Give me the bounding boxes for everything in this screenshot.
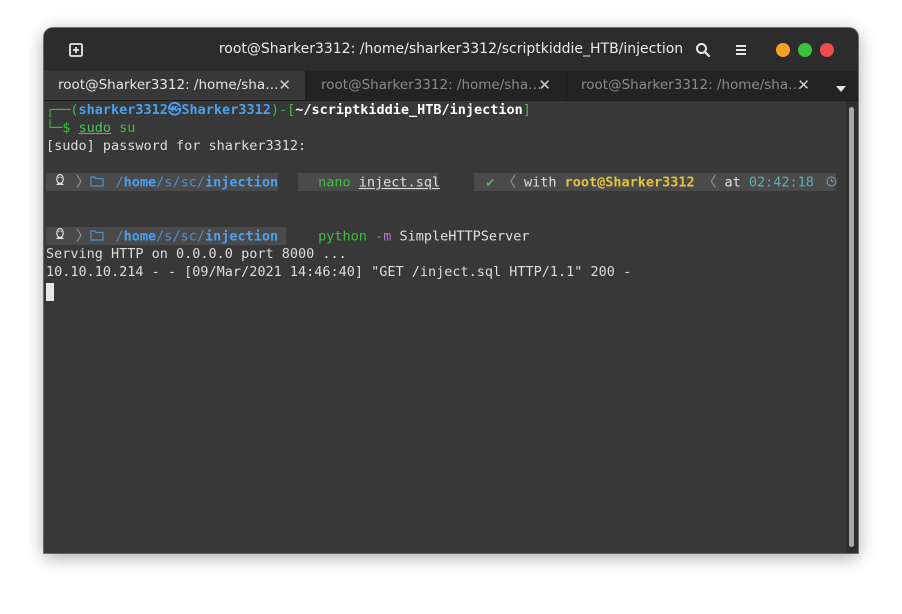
tab-2[interactable]: root@Sharker3312: /home/sha… ✕: [306, 71, 565, 100]
command-arg: SimpleHTTPServer: [399, 228, 530, 245]
scrollbar-thumb[interactable]: [849, 107, 854, 547]
powerline-line: 〉/home/s/sc/injection python -m SimpleHTT…: [46, 227, 530, 245]
text-cursor: [46, 283, 54, 301]
tab-label: root@Sharker3312: /home/sha…: [581, 77, 802, 93]
terminal-window: root@Sharker3312: /home/sharker3312/scri…: [44, 28, 858, 553]
tab-label: root@Sharker3312: /home/sha…: [58, 77, 279, 93]
hamburger-menu-icon[interactable]: [730, 39, 752, 61]
tab-bar: root@Sharker3312: /home/sha… ✕ root@Shar…: [44, 71, 858, 101]
command-name: nano: [318, 174, 351, 191]
label-at: at: [724, 174, 741, 191]
prompt-line-1: ┌──(sharker3312㉿Sharker3312)-[~/scriptki…: [46, 101, 531, 119]
minimize-button[interactable]: [776, 43, 790, 57]
tab-3[interactable]: root@Sharker3312: /home/sha… ✕: [566, 71, 824, 100]
close-button[interactable]: [820, 43, 834, 57]
path-separator: /: [172, 174, 181, 191]
command-arg: inject.sql: [358, 174, 441, 191]
path-separator: /: [196, 228, 205, 245]
path-segment: home: [123, 228, 157, 245]
folder-icon: [89, 228, 108, 246]
session-user: root@Sharker3312: [564, 174, 695, 191]
chevron-right-icon: 〉: [76, 228, 90, 245]
folder-icon: [89, 174, 108, 192]
path-segment: sc: [180, 228, 197, 245]
path-separator: /: [115, 228, 124, 245]
command-args: su: [111, 120, 136, 136]
powerline-line: 〉/home/s/sc/injection nano inject.sql ✔ 〈 …: [46, 173, 838, 191]
tux-icon: [54, 227, 68, 246]
path-separator: /: [172, 228, 181, 245]
timestamp: 02:42:18: [748, 174, 814, 191]
label-with: with: [523, 174, 557, 191]
server-output-line: Serving HTTP on 0.0.0.0 port 8000 ...: [46, 246, 347, 262]
request-log-line: 10.10.10.214 - - [09/Mar/2021 14:46:40] …: [46, 264, 632, 280]
clock-icon: [826, 174, 838, 192]
prompt-bracket: ┌──(: [46, 102, 79, 118]
search-icon[interactable]: [692, 39, 714, 61]
scrollbar[interactable]: [846, 101, 858, 553]
path-segment: sc: [180, 174, 197, 191]
maximize-button[interactable]: [798, 43, 812, 57]
prompt-line-2: └─$ sudo su: [46, 119, 135, 137]
terminal-output[interactable]: ┌──(sharker3312㉿Sharker3312)-[~/scriptki…: [44, 101, 846, 553]
title-bar[interactable]: root@Sharker3312: /home/sharker3312/scri…: [44, 28, 858, 71]
tab-label: root@Sharker3312: /home/sha…: [321, 77, 542, 93]
path-separator: /: [196, 174, 205, 191]
path-current-dir: injection: [204, 174, 279, 191]
prompt-path: ~/scriptkiddie_HTB/injection: [295, 102, 523, 118]
tab-close-icon[interactable]: ✕: [538, 71, 551, 100]
checkmark-icon: ✔: [486, 174, 495, 191]
tab-close-icon[interactable]: ✕: [278, 71, 291, 100]
tab-list-dropdown-icon[interactable]: [834, 80, 848, 92]
new-tab-icon[interactable]: [65, 39, 87, 61]
path-current-dir: injection: [204, 228, 279, 245]
prompt-at-symbol: ㉿: [167, 102, 182, 118]
command-name: python: [318, 228, 367, 245]
sudo-password-prompt: [sudo] password for sharker3312:: [46, 138, 307, 154]
path-segment: home: [123, 174, 157, 191]
prompt-bracket: )-[: [270, 102, 296, 118]
chevron-right-icon: 〉: [76, 174, 90, 191]
command-name: sudo: [78, 120, 112, 136]
prompt-dollar: └─$: [46, 120, 79, 136]
tux-icon: [54, 173, 68, 192]
path-separator: /: [115, 174, 124, 191]
prompt-bracket: ]: [522, 102, 531, 118]
prompt-host: Sharker3312: [181, 102, 271, 118]
tab-1[interactable]: root@Sharker3312: /home/sha… ✕: [44, 71, 305, 100]
prompt-user: sharker3312: [78, 102, 168, 118]
tab-close-icon[interactable]: ✕: [797, 71, 810, 100]
command-flag: -m: [375, 228, 392, 245]
